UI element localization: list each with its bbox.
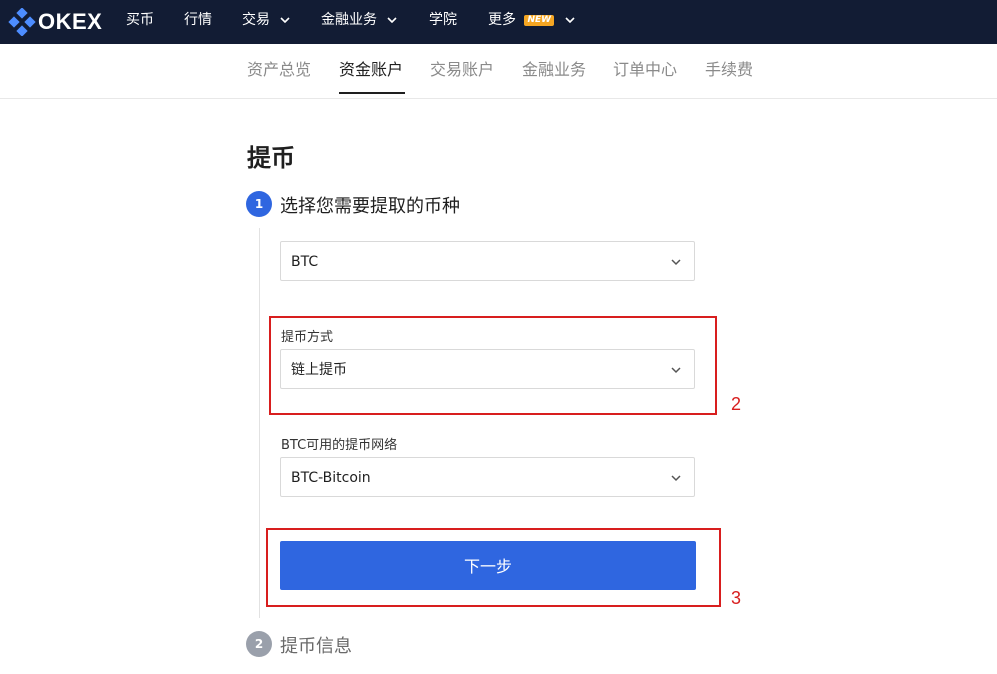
nav-label: 更多: [488, 12, 516, 28]
nav-label: 交易: [242, 12, 270, 28]
step-1-indicator: 1: [246, 191, 272, 217]
tab-funding-account[interactable]: 资金账户: [339, 44, 403, 98]
okex-logo-icon: [8, 7, 36, 37]
network-select-value: BTC-Bitcoin: [291, 470, 371, 486]
nav-trade[interactable]: 交易: [242, 0, 291, 44]
step-1-label: 选择您需要提取的币种: [280, 196, 460, 217]
page-title: 提币: [247, 144, 295, 172]
logo-text: OKEX: [38, 9, 103, 34]
annotation-number-2: 2: [731, 394, 742, 414]
nav-label: 行情: [184, 12, 212, 28]
tab-financial-services[interactable]: 金融业务: [522, 44, 586, 98]
coin-select-value: BTC: [291, 254, 319, 270]
chevron-down-icon: [671, 259, 681, 266]
nav-academy[interactable]: 学院: [429, 0, 457, 44]
annotation-number-3: 3: [731, 588, 742, 608]
nav-buy-crypto[interactable]: 买币: [126, 0, 154, 44]
nav-label: 学院: [429, 12, 457, 28]
new-badge: NEW: [524, 14, 555, 26]
network-select[interactable]: BTC-Bitcoin: [280, 457, 695, 497]
annotation-box-3: [266, 528, 721, 607]
chevron-down-icon: [671, 475, 681, 482]
account-tabs: 资产总览 资金账户 交易账户 金融业务 订单中心 手续费: [0, 44, 997, 99]
tab-order-center[interactable]: 订单中心: [613, 44, 677, 98]
nav-more[interactable]: 更多 NEW: [488, 0, 575, 44]
active-tab-indicator: [339, 92, 405, 94]
nav-markets[interactable]: 行情: [184, 0, 212, 44]
okex-logo[interactable]: OKEX: [8, 7, 103, 37]
step-connector-line: [259, 228, 260, 618]
nav-label: 金融业务: [321, 12, 377, 28]
network-label: BTC可用的提币网络: [281, 438, 398, 453]
chevron-down-icon: [564, 17, 575, 23]
coin-select[interactable]: BTC: [280, 241, 695, 281]
step-2-label: 提币信息: [280, 636, 352, 657]
top-navbar: OKEX 买币 行情 交易 金融业务 学院 更多 NEW: [0, 0, 997, 44]
annotation-box-2: [269, 316, 717, 415]
chevron-down-icon: [387, 17, 398, 23]
nav-finance[interactable]: 金融业务: [321, 0, 398, 44]
tab-trading-account[interactable]: 交易账户: [430, 44, 494, 98]
tab-asset-overview[interactable]: 资产总览: [247, 44, 311, 98]
chevron-down-icon: [280, 17, 291, 23]
tab-fees[interactable]: 手续费: [705, 44, 753, 98]
nav-label: 买币: [126, 12, 154, 28]
step-2-indicator: 2: [246, 631, 272, 657]
